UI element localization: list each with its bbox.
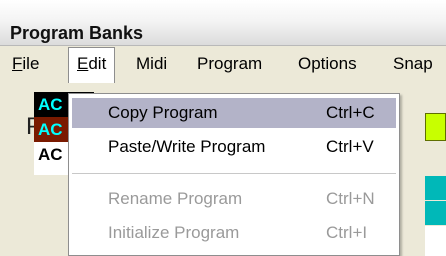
menu-item-rename-program[interactable]: Rename Program Ctrl+N (72, 184, 396, 214)
menu-midi[interactable]: Midi (128, 47, 175, 81)
menu-item-label: Rename Program (108, 189, 243, 208)
menu-snap[interactable]: Snap (385, 47, 441, 81)
menu-item-copy-program[interactable]: Copy Program Ctrl+C (72, 98, 396, 128)
menu-midi-label: Midi (136, 54, 168, 73)
window-title: Program Banks (10, 23, 144, 43)
menu-item-initialize-program[interactable]: Initialize Program Ctrl+I (72, 218, 396, 248)
menu-item-paste-write-program[interactable]: Paste/Write Program Ctrl+V (72, 132, 396, 162)
menu-file[interactable]: File (4, 47, 47, 81)
status-indicator (425, 113, 446, 141)
menu-program-label: Program (197, 54, 263, 73)
menu-item-label: Copy Program (108, 103, 218, 122)
window-titlebar: Program Banks (0, 0, 446, 46)
menu-options[interactable]: Options (290, 47, 365, 81)
edit-dropdown-menu: Copy Program Ctrl+C Paste/Write Program … (68, 93, 400, 256)
menu-item-shortcut: Ctrl+I (326, 223, 368, 242)
menu-file-rest: ile (22, 54, 40, 73)
menu-program[interactable]: Program (189, 47, 270, 81)
list-cell-right-2[interactable] (425, 201, 446, 225)
menu-edit-rest: dit (88, 54, 107, 73)
menu-edit[interactable]: Edit (68, 47, 116, 83)
list-cell-right-1[interactable] (425, 176, 446, 200)
menu-file-mnemonic: F (12, 54, 23, 73)
menu-options-label: Options (298, 54, 357, 73)
menu-item-label: Paste/Write Program (108, 137, 266, 156)
menu-item-shortcut: Ctrl+V (326, 137, 374, 156)
menu-item-label: Initialize Program (108, 223, 240, 242)
list-cell-right-3[interactable] (425, 226, 446, 256)
menubar: File Edit Midi Program Options Snap (0, 47, 446, 83)
menu-snap-label: Snap (393, 54, 433, 73)
menu-item-shortcut: Ctrl+C (326, 103, 375, 122)
menu-edit-mnemonic: E (77, 54, 89, 73)
menu-separator (72, 173, 396, 175)
menu-item-shortcut: Ctrl+N (326, 189, 375, 208)
